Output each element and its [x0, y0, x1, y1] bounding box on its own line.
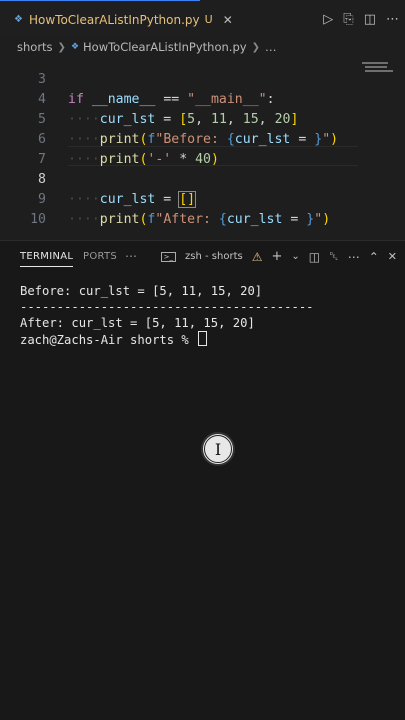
ibeam-icon: I: [204, 435, 232, 463]
chevron-down-icon[interactable]: ⌄: [291, 251, 299, 262]
editor-tab-bar: ❖ HowToClearAListInPython.py U ✕ ▷ ⎘ ◫ ⋯: [0, 0, 405, 38]
close-icon[interactable]: ✕: [223, 13, 233, 27]
terminal-icon: >_: [160, 251, 177, 262]
chevron-right-icon: ❯: [57, 41, 66, 53]
python-icon: ❖: [14, 14, 23, 25]
editor-actions: ▷ ⎘ ◫ ⋯: [323, 0, 399, 38]
add-terminal-icon[interactable]: +: [271, 249, 282, 264]
breadcrumb-file[interactable]: HowToClearAListInPython.py: [83, 40, 247, 54]
breadcrumb-more[interactable]: …: [265, 40, 277, 54]
code-line: 6 ····print('-' * 40): [0, 110, 360, 167]
line-number: 10: [30, 212, 46, 227]
more-actions-icon[interactable]: ⋯: [386, 12, 399, 27]
terminal-toolbar: >_ zsh - shorts ⚠ + ⌄ ◫ ␡ ⋯ ⌃ ✕: [160, 249, 397, 264]
tab-howtoclearalistinpython[interactable]: ❖ HowToClearAListInPython.py U ✕: [0, 0, 233, 38]
terminal-line: After: cur_lst = [5, 11, 15, 20]: [20, 316, 255, 330]
compare-icon[interactable]: ⎘: [343, 12, 353, 27]
tab-title: HowToClearAListInPython.py: [28, 12, 200, 27]
tab-terminal[interactable]: TERMINAL: [20, 251, 74, 267]
warning-icon[interactable]: ⚠: [252, 250, 263, 264]
panel-more-icon[interactable]: ⋯: [125, 249, 137, 263]
code-line: 3 if __name__ == "__main__":: [0, 56, 360, 107]
more-icon[interactable]: ⋯: [348, 250, 360, 264]
split-terminal-icon[interactable]: ◫: [309, 250, 320, 264]
python-icon: ❖: [70, 42, 80, 52]
terminal-line: ----------------------------------------: [20, 300, 314, 314]
bottom-panel: TERMINAL PORTS ⋯ >_ zsh - shorts ⚠ + ⌄ ◫…: [0, 240, 405, 720]
code-line: 4 ····cur_lst = [5, 11, 15, 20]: [0, 70, 360, 127]
code-line: 5 ····print(f"Before: {cur_lst = }"): [0, 90, 360, 147]
terminal-line: Before: cur_lst = [5, 11, 15, 20]: [20, 284, 263, 298]
panel-tabs: TERMINAL PORTS ⋯ >_ zsh - shorts ⚠ + ⌄ ◫…: [0, 241, 405, 275]
breadcrumb-folder[interactable]: shorts: [17, 40, 53, 54]
code-line: 9 ····print(f"After: {cur_lst = }"): [0, 170, 360, 227]
chevron-right-icon: ❯: [251, 41, 260, 53]
code-line: 7: [0, 130, 360, 167]
code-text: ····print(f"After: {cur_lst = }"): [68, 212, 331, 227]
terminal-output[interactable]: Before: cur_lst = [5, 11, 15, 20] ------…: [20, 283, 314, 347]
maximize-panel-icon[interactable]: ⌃: [369, 250, 379, 264]
terminal-prompt: zach@Zachs-Air shorts %: [20, 331, 314, 347]
split-editor-icon[interactable]: ◫: [364, 12, 376, 27]
close-panel-icon[interactable]: ✕: [388, 250, 397, 263]
code-line: 10: [0, 190, 360, 227]
text-cursor-icon: I: [201, 432, 235, 466]
breadcrumb: shorts ❯ ❖ HowToClearAListInPython.py ❯ …: [0, 38, 405, 56]
code-line-active: 8 ····cur_lst = []: [0, 150, 360, 208]
code-editor[interactable]: 3 if __name__ == "__main__": 4 ····cur_l…: [0, 56, 405, 240]
minimap[interactable]: [362, 62, 398, 82]
prompt-text: zach@Zachs-Air shorts %: [20, 333, 197, 347]
trash-icon[interactable]: ␡: [329, 249, 339, 264]
modified-indicator: U: [204, 13, 213, 26]
terminal-selector[interactable]: zsh - shorts: [185, 251, 243, 262]
tab-ports[interactable]: PORTS: [83, 251, 117, 262]
terminal-cursor: [198, 331, 208, 346]
run-icon[interactable]: ▷: [323, 12, 333, 27]
